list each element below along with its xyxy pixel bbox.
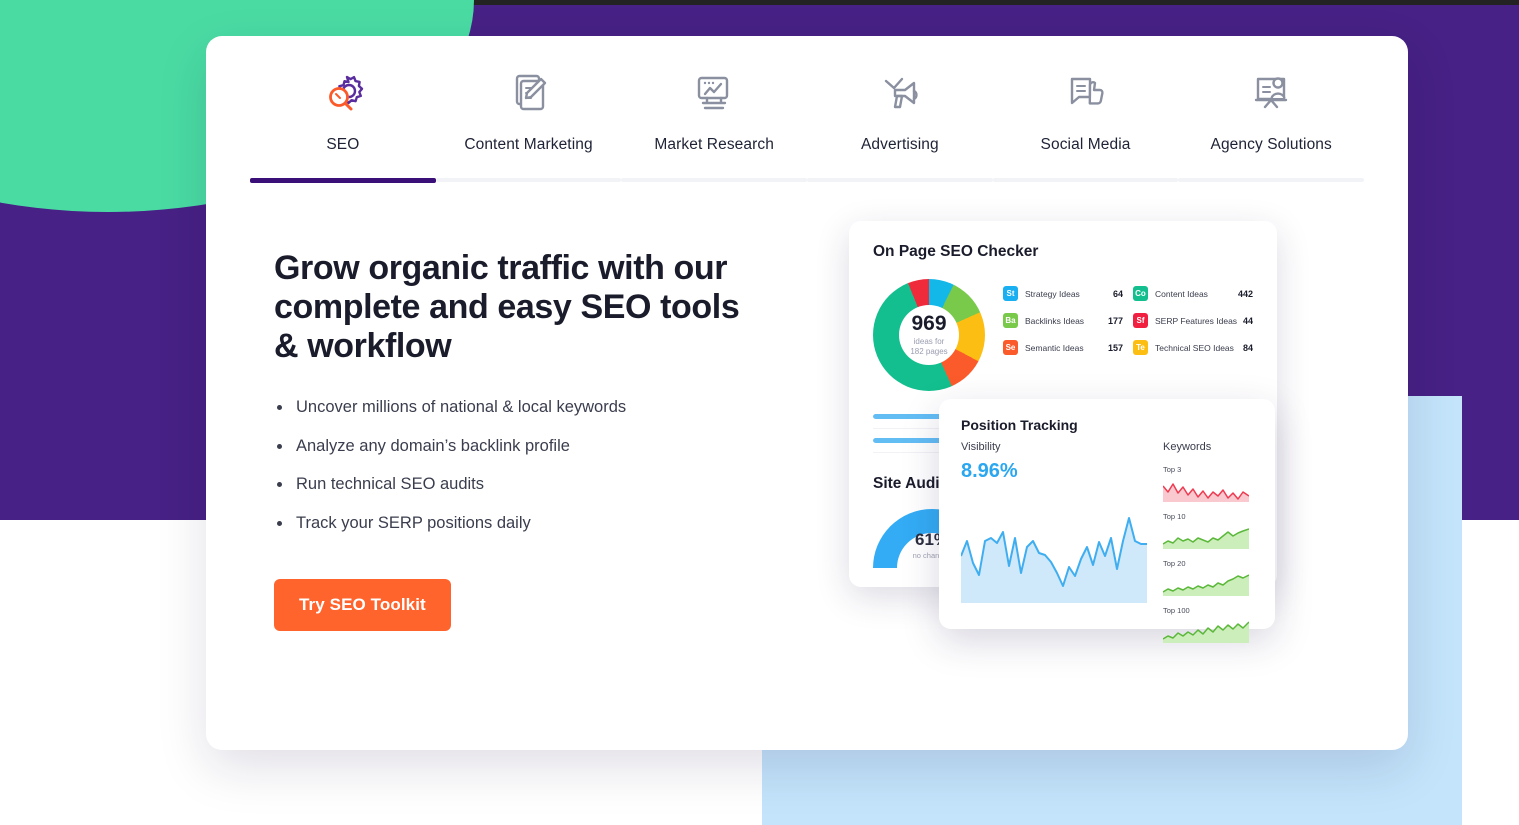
tab-label: Market Research — [654, 136, 774, 153]
donut-caption-line2: 182 pages — [910, 347, 948, 356]
legend-value: 177 — [1107, 315, 1123, 326]
legend-value: 157 — [1107, 342, 1123, 353]
legend-chip: St — [1003, 286, 1018, 301]
top100-sparkline — [1162, 621, 1250, 643]
tab-label: Advertising — [860, 136, 939, 153]
legend-column-right: Co Content Ideas 442 Sf SERP Features Id… — [1133, 283, 1253, 391]
donut-center-label: 969 ideas for 182 pages — [873, 279, 985, 391]
card-title: On Page SEO Checker — [873, 243, 1039, 260]
legend-chip: Ba — [1003, 313, 1018, 328]
legend-column-left: St Strategy Ideas 64 Ba Backlinks Ideas … — [1003, 283, 1123, 391]
list-item: Se Semantic Ideas 157 — [1003, 337, 1123, 358]
legend-value: 44 — [1242, 315, 1253, 326]
ideas-legend: St Strategy Ideas 64 Ba Backlinks Ideas … — [1003, 279, 1253, 391]
tab-agency-solutions[interactable]: Agency Solutions — [1178, 62, 1365, 183]
list-item: Te Technical SEO Ideas 84 — [1133, 337, 1253, 358]
tab-label: Content Marketing — [464, 136, 593, 153]
megaphone-check-icon — [874, 62, 926, 124]
page-title: Grow organic traffic with our complete a… — [274, 249, 740, 365]
position-tracking-card: Position Tracking Visibility 8.96% Keywo… — [939, 399, 1275, 643]
visibility-section: Visibility 8.96% — [960, 441, 1149, 653]
keyword-label: Top 20 — [1163, 559, 1186, 568]
keyword-label: Top 3 — [1163, 465, 1182, 474]
legend-value: 64 — [1112, 288, 1123, 299]
feature-list: Uncover millions of national & local key… — [274, 397, 754, 534]
keyword-row-top100: Top 100 — [1162, 606, 1253, 648]
list-item: Ba Backlinks Ideas 177 — [1003, 310, 1123, 331]
page-stage: SEO Content Marketing Market Research Ad… — [0, 0, 1519, 825]
list-item: St Strategy Ideas 64 — [1003, 283, 1123, 304]
card-title: Position Tracking — [961, 417, 1078, 433]
tab-underline — [992, 178, 1179, 182]
dashboard-preview: On Page SEO Checker 969 ideas for 182 pa… — [781, 221, 1341, 651]
legend-chip: Co — [1133, 286, 1148, 301]
keywords-label: Keywords — [1163, 441, 1212, 453]
speech-thumbsup-icon — [1060, 62, 1112, 124]
tab-advertising[interactable]: Advertising — [807, 62, 993, 183]
tab-market-research[interactable]: Market Research — [621, 62, 808, 183]
monitor-chart-icon — [688, 62, 740, 124]
list-item: Track your SERP positions daily — [274, 513, 754, 534]
ideas-donut-chart: 969 ideas for 182 pages — [873, 279, 985, 391]
legend-label: Technical SEO Ideas — [1155, 342, 1234, 353]
tab-label: Social Media — [1040, 136, 1131, 153]
donut-total: 969 — [911, 311, 947, 335]
try-seo-toolkit-button[interactable]: Try SEO Toolkit — [274, 579, 451, 631]
donut-caption-line1: ideas for — [913, 336, 945, 346]
document-pencil-icon — [503, 62, 555, 124]
tab-underline — [250, 178, 436, 183]
tab-underline — [1178, 178, 1365, 182]
tab-underline — [807, 178, 993, 182]
tab-label: Agency Solutions — [1210, 136, 1332, 153]
tab-seo[interactable]: SEO — [250, 62, 436, 183]
product-tabs: SEO Content Marketing Market Research Ad… — [206, 62, 1408, 183]
blue-decorative-shape-lower — [762, 752, 1462, 825]
keyword-label: Top 100 — [1163, 606, 1190, 615]
top10-sparkline — [1162, 528, 1250, 549]
seo-gear-magnifier-icon — [317, 62, 369, 124]
keywords-section: Keywords Top 3 Top 10 Top 20 Top 100 — [1162, 441, 1253, 653]
keyword-label: Top 10 — [1163, 512, 1186, 521]
keyword-row-top10: Top 10 — [1162, 512, 1253, 554]
list-item: Co Content Ideas 442 — [1133, 283, 1253, 304]
legend-chip: Se — [1003, 340, 1018, 355]
legend-label: Backlinks Ideas — [1025, 315, 1085, 326]
tab-label: SEO — [326, 136, 360, 153]
hero-card: SEO Content Marketing Market Research Ad… — [206, 36, 1408, 750]
tab-content-marketing[interactable]: Content Marketing — [435, 62, 622, 183]
presentation-person-icon — [1245, 62, 1297, 124]
legend-label: Strategy Ideas — [1025, 288, 1080, 299]
visibility-label: Visibility — [961, 441, 1001, 453]
legend-label: SERP Features Ideas — [1155, 315, 1238, 326]
list-item: Run technical SEO audits — [274, 474, 754, 495]
top3-sparkline — [1162, 483, 1250, 502]
legend-chip: Te — [1133, 340, 1148, 355]
legend-chip: Sf — [1133, 313, 1148, 328]
tab-underline — [621, 178, 808, 182]
keyword-row-top20: Top 20 — [1162, 559, 1253, 601]
legend-value: 442 — [1237, 288, 1253, 299]
hero-left-column: Grow organic traffic with our complete a… — [274, 249, 754, 631]
tab-underline — [435, 178, 622, 182]
list-item: Sf SERP Features Ideas 44 — [1133, 310, 1253, 331]
legend-label: Content Ideas — [1155, 288, 1208, 299]
list-item: Uncover millions of national & local key… — [274, 397, 754, 418]
legend-label: Semantic Ideas — [1025, 342, 1084, 353]
donut-caption: ideas for 182 pages — [910, 337, 947, 358]
tab-social-media[interactable]: Social Media — [992, 62, 1179, 183]
legend-value: 84 — [1242, 342, 1253, 353]
visibility-value: 8.96% — [961, 460, 1018, 482]
list-item: Analyze any domain’s backlink profile — [274, 436, 754, 457]
visibility-area-chart — [960, 517, 1147, 603]
hero-body: Grow organic traffic with our complete a… — [206, 221, 1408, 643]
top20-sparkline — [1162, 574, 1250, 596]
keyword-row-top3: Top 3 — [1162, 465, 1253, 507]
